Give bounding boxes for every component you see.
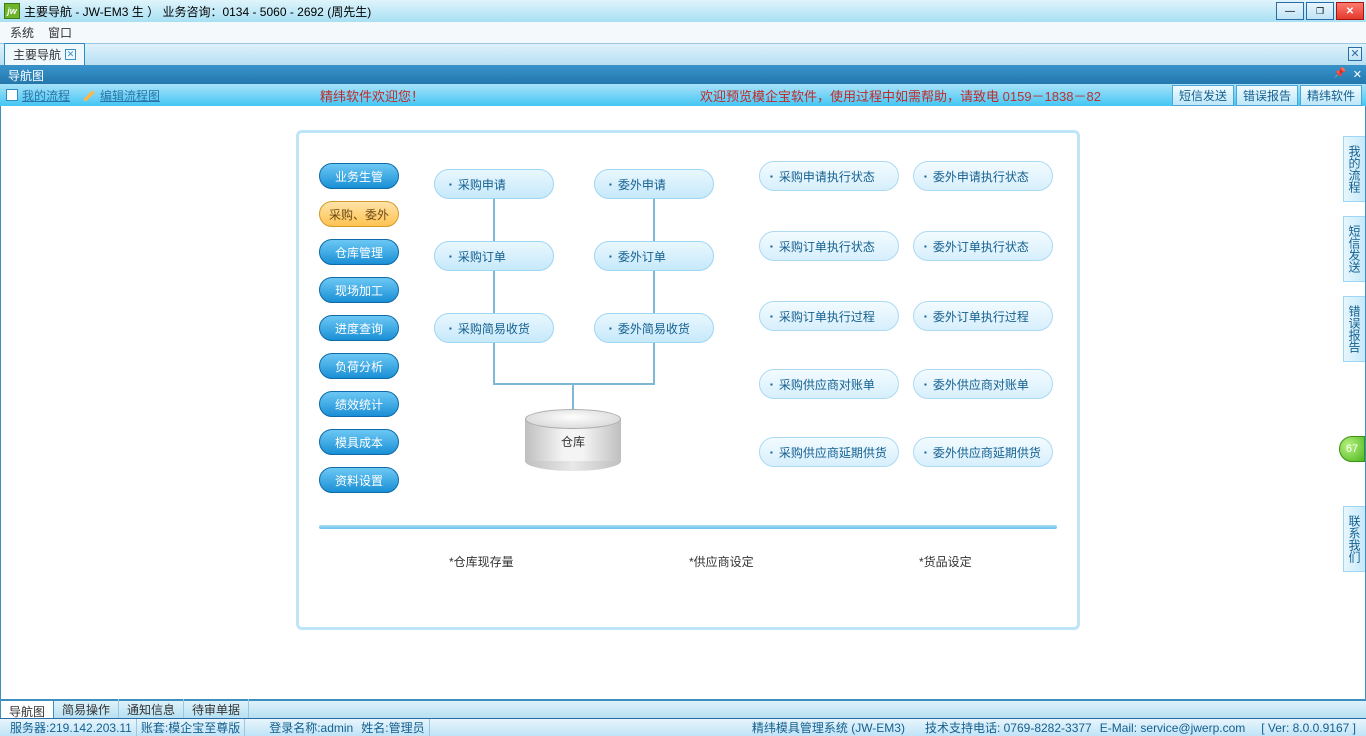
doc-tab-label: 主要导航 bbox=[13, 46, 61, 63]
menu-system[interactable]: 系统 bbox=[10, 24, 34, 41]
node-psup-recon[interactable]: 采购供应商对账单 bbox=[759, 369, 899, 399]
menu-bar: 系统 窗口 bbox=[0, 22, 1366, 44]
edit-flow-link[interactable]: 编辑流程图 bbox=[84, 87, 160, 104]
node-psup-late[interactable]: 采购供应商延期供货 bbox=[759, 437, 899, 467]
node-oo-process[interactable]: 委外订单执行过程 bbox=[913, 301, 1053, 331]
cat-perf[interactable]: 绩效统计 bbox=[319, 391, 399, 417]
minimize-button[interactable]: — bbox=[1276, 2, 1304, 20]
toolbar: 我的流程 编辑流程图 精纬软件欢迎您！ 欢迎预览模企宝软件，使用过程中如需帮助，… bbox=[0, 84, 1366, 106]
close-button[interactable]: ✕ bbox=[1336, 2, 1364, 20]
cat-cost[interactable]: 模具成本 bbox=[319, 429, 399, 455]
category-column: 业务生管 采购、委外 仓库管理 现场加工 进度查询 负荷分析 绩效统计 模具成本… bbox=[319, 163, 399, 493]
flow-canvas: 业务生管 采购、委外 仓库管理 现场加工 进度查询 负荷分析 绩效统计 模具成本… bbox=[296, 130, 1080, 630]
connector bbox=[493, 343, 495, 383]
window-title: 主要导航 - JW-EM3 生 ） 业务咨询：0134 - 5060 - 269… bbox=[24, 3, 371, 20]
status-email: E-Mail: service@jwerp.com bbox=[1096, 721, 1250, 735]
node-oo-status[interactable]: 委外订单执行状态 bbox=[913, 231, 1053, 261]
status-login: 登录名称:admin bbox=[265, 719, 357, 736]
status-product: 精纬模具管理系统 (JW-EM3) bbox=[748, 719, 909, 736]
pencil-icon bbox=[84, 89, 96, 101]
node-outsource-receive[interactable]: 委外简易收货 bbox=[594, 313, 714, 343]
link-stock[interactable]: *仓库现存量 bbox=[449, 553, 514, 570]
node-pa-status[interactable]: 采购申请执行状态 bbox=[759, 161, 899, 191]
vtab-contact[interactable]: 联系我们 bbox=[1343, 506, 1365, 572]
edit-flow-label: 编辑流程图 bbox=[100, 87, 160, 104]
node-purchase-order[interactable]: 采购订单 bbox=[434, 241, 554, 271]
cat-data[interactable]: 资料设置 bbox=[319, 467, 399, 493]
node-po-status[interactable]: 采购订单执行状态 bbox=[759, 231, 899, 261]
node-outsource-order[interactable]: 委外订单 bbox=[594, 241, 714, 271]
status-server: 服务器:219.142.203.11 bbox=[6, 719, 137, 736]
jw-button[interactable]: 精纬软件 bbox=[1300, 85, 1362, 106]
cat-warehouse[interactable]: 仓库管理 bbox=[319, 239, 399, 265]
status-bar: 服务器:219.142.203.11 账套:模企宝至尊版 登录名称:admin … bbox=[0, 718, 1366, 736]
doc-tab-close-icon[interactable]: ✕ bbox=[65, 49, 76, 60]
welcome-text: 精纬软件欢迎您！ bbox=[320, 86, 424, 105]
right-sidebar: 我的流程 短信发送 错误报告 联系我们 bbox=[1343, 136, 1365, 572]
connector bbox=[572, 383, 574, 411]
section-divider bbox=[319, 525, 1057, 529]
title-bar: jw 主要导航 - JW-EM3 生 ） 业务咨询：0134 - 5060 - … bbox=[0, 0, 1366, 22]
doc-tab-main-nav[interactable]: 主要导航 ✕ bbox=[4, 43, 85, 65]
node-osup-recon[interactable]: 委外供应商对账单 bbox=[913, 369, 1053, 399]
connector bbox=[653, 199, 655, 241]
sms-button[interactable]: 短信发送 bbox=[1172, 85, 1234, 106]
panel-close-icon[interactable]: ✕ bbox=[1353, 68, 1362, 81]
node-outsource-apply[interactable]: 委外申请 bbox=[594, 169, 714, 199]
pin-icon[interactable]: 📌 bbox=[1334, 68, 1346, 79]
my-flow-link[interactable]: 我的流程 bbox=[6, 87, 70, 104]
cat-load[interactable]: 负荷分析 bbox=[319, 353, 399, 379]
panel-title: 导航图 bbox=[8, 67, 44, 84]
cat-business[interactable]: 业务生管 bbox=[319, 163, 399, 189]
status-support: 技术支持电话: 0769-8282-3377 bbox=[921, 719, 1096, 736]
node-purchase-receive[interactable]: 采购简易收货 bbox=[434, 313, 554, 343]
vtab-error[interactable]: 错误报告 bbox=[1343, 296, 1365, 362]
subtab-simple[interactable]: 简易操作 bbox=[54, 699, 119, 720]
vtab-my-flow[interactable]: 我的流程 bbox=[1343, 136, 1365, 202]
app-icon: jw bbox=[4, 3, 20, 19]
warehouse-cylinder[interactable]: 仓库 bbox=[525, 409, 621, 471]
connector bbox=[653, 271, 655, 313]
maximize-button[interactable]: ❐ bbox=[1306, 2, 1334, 20]
cat-onsite[interactable]: 现场加工 bbox=[319, 277, 399, 303]
node-oa-status[interactable]: 委外申请执行状态 bbox=[913, 161, 1053, 191]
link-supplier[interactable]: *供应商设定 bbox=[689, 553, 754, 570]
document-tab-row: 主要导航 ✕ ✕ bbox=[0, 44, 1366, 66]
connector bbox=[493, 383, 655, 385]
node-purchase-apply[interactable]: 采购申请 bbox=[434, 169, 554, 199]
notification-badge[interactable]: 67 bbox=[1339, 436, 1365, 462]
square-icon bbox=[6, 89, 18, 101]
subtab-pending[interactable]: 待审单据 bbox=[184, 699, 249, 720]
cat-purchase[interactable]: 采购、委外 bbox=[319, 201, 399, 227]
bottom-tabs: 导航图 简易操作 通知信息 待审单据 bbox=[0, 700, 1366, 718]
tabrow-close-icon[interactable]: ✕ bbox=[1348, 47, 1362, 61]
connector bbox=[493, 271, 495, 313]
error-report-button[interactable]: 错误报告 bbox=[1236, 85, 1298, 106]
connector bbox=[493, 199, 495, 241]
marquee-text: 欢迎预览模企宝软件，使用过程中如需帮助，请致电 0159－1838－82 bbox=[700, 86, 1101, 105]
subtab-notify[interactable]: 通知信息 bbox=[119, 699, 184, 720]
status-version: [ Ver: 8.0.0.9167 ] bbox=[1257, 721, 1360, 735]
node-osup-late[interactable]: 委外供应商延期供货 bbox=[913, 437, 1053, 467]
panel-header: 导航图 📌 ✕ bbox=[0, 66, 1366, 84]
connector bbox=[653, 343, 655, 383]
node-po-process[interactable]: 采购订单执行过程 bbox=[759, 301, 899, 331]
status-account: 账套:模企宝至尊版 bbox=[137, 719, 245, 736]
menu-window[interactable]: 窗口 bbox=[48, 24, 72, 41]
link-goods[interactable]: *货品设定 bbox=[919, 553, 972, 570]
cat-progress[interactable]: 进度查询 bbox=[319, 315, 399, 341]
my-flow-label: 我的流程 bbox=[22, 87, 70, 104]
vtab-sms[interactable]: 短信发送 bbox=[1343, 216, 1365, 282]
warehouse-label: 仓库 bbox=[525, 433, 621, 450]
status-name: 姓名:管理员 bbox=[357, 719, 429, 736]
workspace: 业务生管 采购、委外 仓库管理 现场加工 进度查询 负荷分析 绩效统计 模具成本… bbox=[0, 106, 1366, 700]
